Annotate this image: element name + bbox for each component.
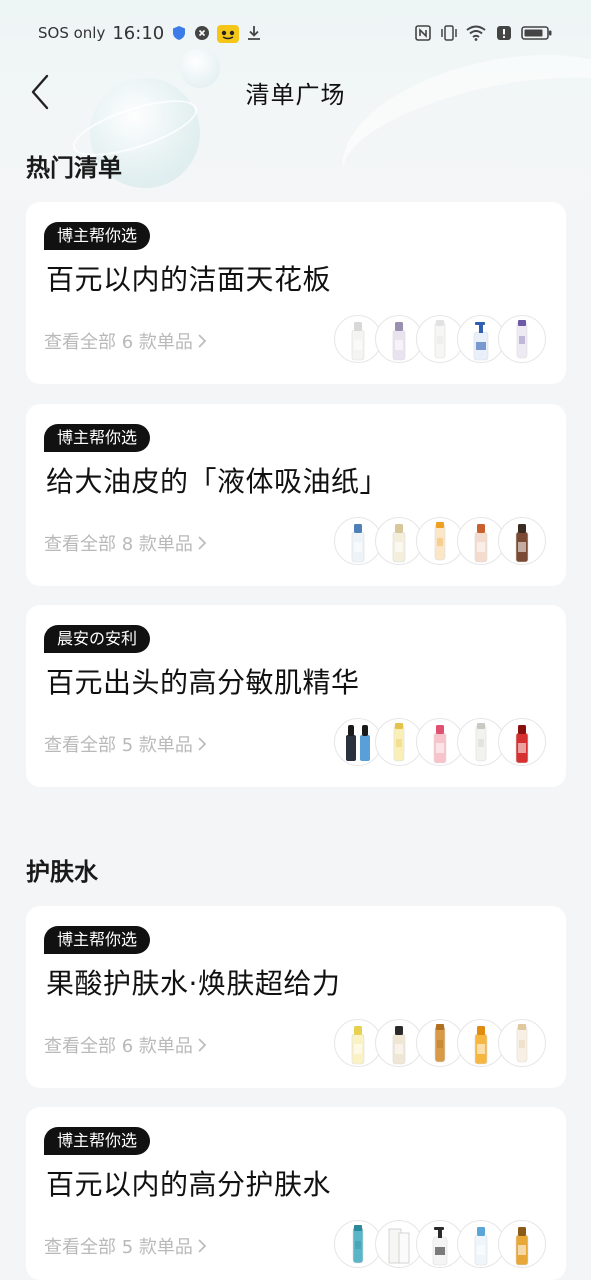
section-title-hot: 热门清单 (26, 154, 122, 182)
blocked-circle-icon (194, 25, 210, 41)
app-emoji-icon (217, 25, 240, 43)
view-all-link[interactable]: 查看全部 5 款单品 (44, 1233, 207, 1259)
carrier-text: SOS only (38, 24, 106, 42)
chevron-right-icon (198, 737, 207, 751)
card-title: 给大油皮的「液体吸油纸」 (46, 465, 389, 498)
nfc-icon (415, 25, 431, 41)
download-icon (246, 25, 262, 41)
card-title: 百元以内的高分护肤水 (46, 1168, 332, 1201)
battery-icon (521, 25, 553, 41)
chevron-right-icon (198, 334, 207, 348)
page-title: 清单广场 (245, 80, 346, 109)
chevron-right-icon (198, 1038, 207, 1052)
list-card[interactable]: 博主帮你选 百元以内的洁面天花板 查看全部 6 款单品 (26, 202, 566, 384)
curator-tag: 博主帮你选 (44, 1127, 151, 1155)
product-thumbs (334, 517, 546, 565)
status-bar: SOS only 16:10 (0, 0, 591, 66)
view-all-link[interactable]: 查看全部 6 款单品 (44, 1032, 207, 1058)
product-thumbs (334, 718, 546, 766)
card-title: 百元出头的高分敏肌精华 (46, 666, 360, 699)
curator-tag: 博主帮你选 (44, 222, 151, 250)
shield-icon (171, 25, 187, 41)
chevron-left-icon (31, 74, 49, 110)
wifi-icon (465, 25, 487, 41)
gold-bottle-icon (498, 1220, 546, 1268)
view-all-link[interactable]: 查看全部 8 款单品 (44, 530, 207, 556)
top-nav: 清单广场 (0, 66, 591, 118)
red-essence-icon (498, 718, 546, 766)
curator-tag: 博主帮你选 (44, 926, 151, 954)
status-left: SOS only 16:10 (38, 23, 262, 44)
brown-bottle-icon (498, 517, 546, 565)
list-card[interactable]: 博主帮你选 百元以内的高分护肤水 查看全部 5 款单品 (26, 1107, 566, 1280)
product-thumbs (334, 315, 546, 363)
product-thumbs (334, 1019, 546, 1067)
product-thumbs (334, 1220, 546, 1268)
clock: 16:10 (112, 22, 165, 44)
back-button[interactable] (22, 74, 58, 110)
view-all-label: 查看全部 6 款单品 (44, 332, 193, 353)
list-card[interactable]: 博主帮你选 给大油皮的「液体吸油纸」 查看全部 8 款单品 (26, 404, 566, 586)
status-right (415, 25, 553, 41)
chevron-right-icon (198, 1239, 207, 1253)
view-all-label: 查看全部 6 款单品 (44, 1036, 193, 1057)
list-card[interactable]: 晨安の安利 百元出头的高分敏肌精华 查看全部 5 款单品 (26, 605, 566, 787)
view-all-label: 查看全部 8 款单品 (44, 534, 193, 555)
chevron-right-icon (198, 536, 207, 550)
view-all-link[interactable]: 查看全部 6 款单品 (44, 328, 207, 354)
list-card[interactable]: 博主帮你选 果酸护肤水·焕肤超给力 查看全部 6 款单品 (26, 906, 566, 1088)
card-title: 果酸护肤水·焕肤超给力 (46, 967, 341, 1000)
curator-tag: 晨安の安利 (44, 625, 151, 653)
alert-icon (496, 25, 512, 41)
view-all-link[interactable]: 查看全部 5 款单品 (44, 731, 207, 757)
purple-tube-icon (498, 315, 546, 363)
section-title-toner: 护肤水 (26, 858, 98, 886)
view-all-label: 查看全部 5 款单品 (44, 735, 193, 756)
vibrate-icon (440, 25, 457, 41)
cream-toner-icon (498, 1019, 546, 1067)
card-title: 百元以内的洁面天花板 (46, 263, 332, 296)
view-all-label: 查看全部 5 款单品 (44, 1237, 193, 1258)
curator-tag: 博主帮你选 (44, 424, 151, 452)
